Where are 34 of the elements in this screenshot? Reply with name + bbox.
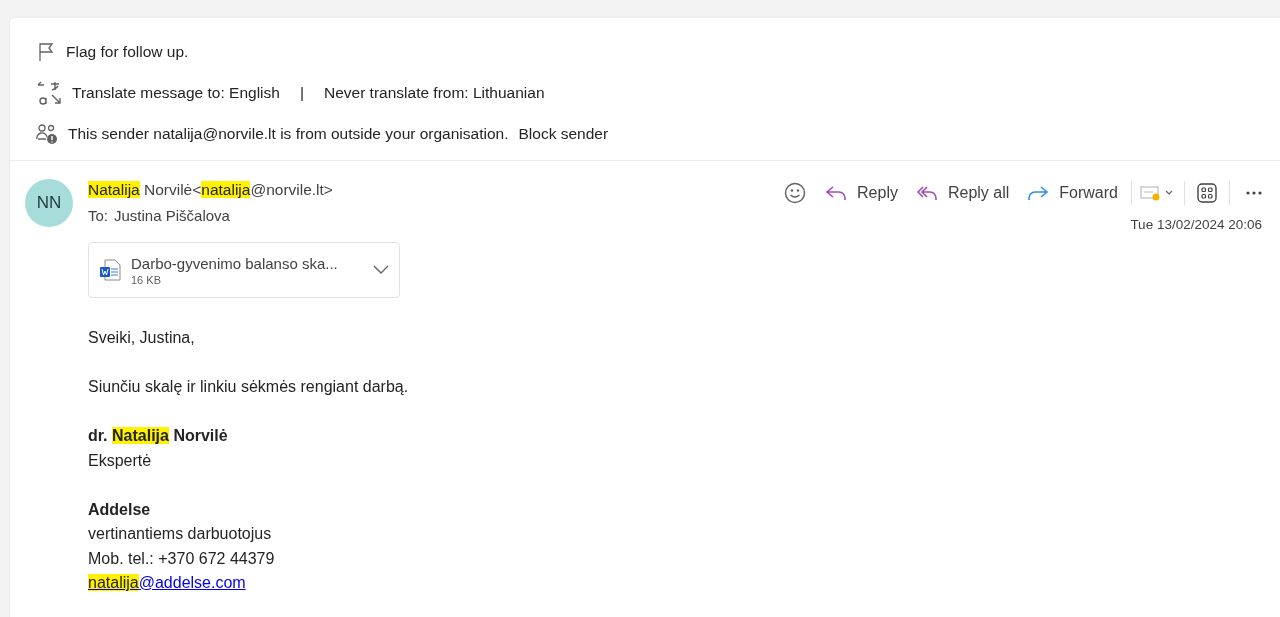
people-alert-icon [36, 123, 58, 145]
more-icon[interactable] [1246, 191, 1262, 195]
attachment-name: Darbo-gyvenimo balanso ska... [131, 254, 339, 272]
flag-icon [36, 42, 56, 62]
message-date: Tue 13/02/2024 20:06 [1130, 217, 1262, 232]
body-text: Mob. tel.: +370 672 44379 [88, 548, 275, 569]
body-text: dr. Natalija Norvilė [88, 426, 228, 446]
chevron-down-icon[interactable] [373, 265, 389, 275]
word-document-icon [99, 258, 121, 282]
block-sender-link[interactable]: Block sender [518, 125, 609, 143]
flag-text: Flag for follow up. [66, 43, 189, 61]
body-text: Sveiki, Justina, [88, 328, 195, 348]
avatar: NN [25, 179, 73, 227]
reply-icon [825, 185, 848, 201]
emoji-icon[interactable] [784, 182, 807, 204]
to-label: To: [88, 207, 108, 224]
body-text: Siunčiu skalę ir linkiu sėkmės rengiant darbą. [88, 377, 409, 397]
reply-button[interactable]: Reply [816, 179, 907, 207]
reply-all-button[interactable]: Reply all [906, 179, 1019, 207]
apps-icon[interactable] [1197, 183, 1217, 203]
forward-icon [1027, 185, 1050, 201]
separator: | [299, 84, 304, 102]
translate-icon [36, 81, 62, 105]
attachment-size: 16 KB [131, 273, 162, 286]
external-sender-text: This sender natalija@norvile.lt is from outside your organisation. [68, 125, 509, 143]
translate-link[interactable]: Translate message to: English [72, 84, 280, 102]
recipient-name[interactable]: Justina Piščalova [114, 207, 230, 224]
never-translate-link[interactable]: Never translate from: Lithuanian [323, 84, 545, 102]
body-text: vertinantiems darbuotojus [88, 524, 272, 544]
attachment-card[interactable]: Darbo-gyvenimo balanso ska... 16 KB [88, 242, 400, 298]
body-text: Addelse [88, 499, 151, 520]
forward-button[interactable]: Forward [1018, 179, 1127, 207]
reply-all-icon [915, 185, 938, 201]
body-text: Ekspertė [88, 450, 152, 471]
